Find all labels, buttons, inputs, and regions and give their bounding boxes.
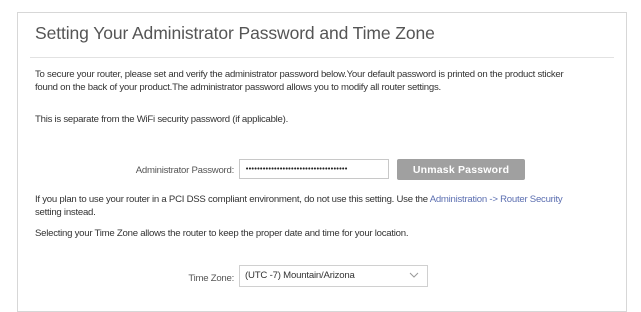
wifi-note: This is separate from the WiFi security …: [35, 114, 288, 125]
password-label: Administrator Password:: [135, 165, 234, 176]
timezone-select[interactable]: (UTC -7) Mountain/Arizona: [239, 265, 428, 287]
pci-note-text: If you plan to use your router in a PCI …: [35, 194, 430, 205]
pci-note-line-1: If you plan to use your router in a PCI …: [35, 193, 563, 206]
router-security-link[interactable]: Administration -> Router Security: [430, 194, 563, 205]
administrator-password-input[interactable]: ••••••••••••••••••••••••••••••••••••: [239, 159, 389, 179]
settings-panel: Setting Your Administrator Password and …: [17, 12, 627, 312]
timezone-selected-value: (UTC -7) Mountain/Arizona: [245, 270, 355, 281]
page-title: Setting Your Administrator Password and …: [35, 23, 435, 43]
intro-line-1: To secure your router, please set and ve…: [35, 69, 564, 80]
timezone-note: Selecting your Time Zone allows the rout…: [35, 228, 409, 239]
title-divider: [30, 57, 614, 58]
unmask-password-button[interactable]: Unmask Password: [397, 159, 525, 180]
chevron-down-icon: [409, 272, 419, 278]
timezone-label: Time Zone:: [188, 273, 234, 284]
intro-text: To secure your router, please set and ve…: [35, 68, 564, 94]
pci-note: If you plan to use your router in a PCI …: [35, 193, 563, 219]
intro-line-2: found on the back of your product.The ad…: [35, 82, 441, 93]
pci-note-line-2: setting instead.: [35, 207, 96, 218]
